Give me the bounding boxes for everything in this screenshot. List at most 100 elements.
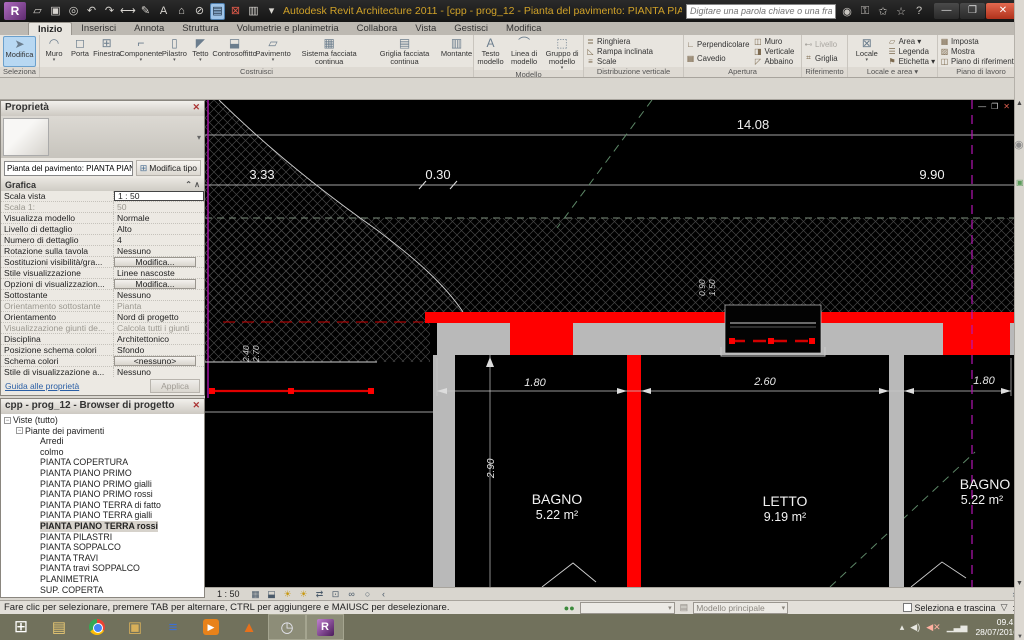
property-row[interactable]: Disciplina Architettonico <box>1 334 204 345</box>
property-row[interactable]: Opzioni di visualizzazion... Modifica... <box>1 279 204 290</box>
select-drag-checkbox[interactable]: Seleziona e trascina <box>902 603 996 613</box>
locale-button[interactable]: ⊠ Locale ▾ <box>854 36 880 67</box>
dim-v1a[interactable]: 2.40 <box>241 345 251 363</box>
sign-in-key-icon[interactable]: ⚿ <box>858 5 872 18</box>
dim-top[interactable]: 14.08 <box>737 117 770 132</box>
property-row[interactable]: Schema colori <nessuno> <box>1 356 204 367</box>
close-hidden-windows-icon[interactable]: ⊠ <box>228 4 243 19</box>
property-row[interactable]: Orientamento Nord di progetto <box>1 312 204 323</box>
pavimento-button[interactable]: ▱ Pavimento ▾ <box>255 36 290 67</box>
room-label-bagno-2[interactable]: BAGNO <box>960 476 1011 492</box>
tree-item[interactable]: PIANTA TRAVI <box>1 553 204 564</box>
legenda-button[interactable]: ☰ Legenda <box>888 47 935 57</box>
collapse-icon[interactable]: ‹ <box>378 589 390 599</box>
help-icon[interactable]: ? <box>912 5 926 17</box>
minimize-button[interactable]: — <box>934 3 959 19</box>
save-icon[interactable]: ▣ <box>48 4 63 19</box>
tree-expander-icon[interactable] <box>31 565 38 572</box>
scroll-down-icon[interactable]: ▼ <box>1015 580 1024 587</box>
room-area-letto[interactable]: 9.19 m² <box>764 510 806 524</box>
property-row[interactable]: Sottostante Nessuno <box>1 290 204 301</box>
tree-item[interactable]: PIANTA PIANO TERRA rossi <box>1 520 204 532</box>
room-label-letto[interactable]: LETTO <box>763 493 808 509</box>
porta-button[interactable]: ◻ Porta <box>67 36 93 67</box>
ribbon-tab[interactable]: Volumetrie e planimetria <box>228 22 348 35</box>
property-row[interactable]: Visualizzazione giunti de... Calcola tut… <box>1 323 204 334</box>
tree-expander-icon[interactable] <box>31 470 38 477</box>
tree-expander-icon[interactable] <box>31 459 38 466</box>
tetto-button[interactable]: ◤ Tetto ▾ <box>187 36 213 67</box>
verticale-button[interactable]: ◨ Verticale <box>753 47 799 57</box>
ringhiera-button[interactable]: ≣ Ringhiera <box>586 36 681 46</box>
type-selector[interactable]: Pianta del pavimento: PIANTA PIANI▾ <box>4 160 133 176</box>
filter-icon[interactable]: ▽ <box>1001 602 1008 613</box>
dim-v1b[interactable]: 2.70 <box>251 345 261 363</box>
imposta-button[interactable]: ▦ Imposta <box>940 36 1022 46</box>
chevron-down-icon[interactable]: ▾ <box>197 133 201 142</box>
finestra-button[interactable]: ⊞ Finestra <box>93 36 120 67</box>
griglia-button[interactable]: ⌗ Griglia <box>804 53 845 63</box>
tree-expander-icon[interactable] <box>31 480 38 487</box>
vertical-scrollbar[interactable]: ▲ ◉ ▣ ▼ <box>1014 100 1024 587</box>
ribbon-tab[interactable]: Struttura <box>173 22 227 35</box>
floor-plan-viewport[interactable]: — ❐ ✕ 14.08 3.33 0.30 9.90 1.80 2.60 1.8… <box>205 100 1024 587</box>
mostra-button[interactable]: ▨ Mostra <box>940 47 1022 57</box>
scroll-down-icon[interactable]: ▼ <box>1017 634 1023 640</box>
open-icon[interactable]: ▱ <box>30 4 45 19</box>
dim-w2[interactable]: 2.60 <box>753 376 776 388</box>
controsoffitto-button[interactable]: ⬓ Controsoffitto <box>212 36 256 67</box>
network-icon[interactable]: ▁▃▅ <box>947 622 968 633</box>
montante-button[interactable]: ▥ Montante <box>441 36 472 67</box>
reveal-hidden-icon[interactable]: ○ <box>362 589 374 599</box>
wall-grey-vertical-right[interactable] <box>889 355 904 587</box>
pilastro-button[interactable]: ▯ Pilastro ▾ <box>161 36 187 67</box>
start-button[interactable]: ⊞ <box>2 614 40 640</box>
property-row[interactable]: Rotazione sulla tavola Nessuno <box>1 246 204 257</box>
tree-item[interactable]: PIANTA PIANO PRIMO rossi <box>1 489 204 500</box>
gruppo-di-modello-button[interactable]: ⬚ Gruppo di modello ▾ <box>542 36 582 71</box>
tree-expander-icon[interactable]: − <box>16 427 23 435</box>
visual-style-icon[interactable]: ⬓ <box>266 589 278 600</box>
tree-expander-icon[interactable] <box>31 491 38 498</box>
scroll-up-icon[interactable]: ▲ <box>1015 100 1024 107</box>
redo-icon[interactable]: ↷ <box>102 4 117 19</box>
customize-qat-icon[interactable]: ▾ <box>264 4 279 19</box>
ribbon-tab[interactable]: Collabora <box>348 22 407 35</box>
sistema-facciata-continua-button[interactable]: ▦ Sistema facciata continua <box>290 36 368 67</box>
modifica-button[interactable]: ➤ Modifica <box>2 36 37 67</box>
tree-item[interactable]: PIANTA PIANO PRIMO gialli <box>1 479 204 490</box>
tree-item[interactable]: PIANTA SOPPALCO <box>1 542 204 553</box>
dim-mid[interactable]: 0.30 <box>425 167 450 182</box>
dim-w1[interactable]: 1.80 <box>524 377 546 389</box>
search-binoculars-icon[interactable]: ◉ <box>840 5 854 18</box>
sun-path-icon[interactable]: ☀ <box>282 589 294 600</box>
linea-di-modello-button[interactable]: ⌒ Linea di modello <box>506 36 542 70</box>
dim-w3[interactable]: 1.80 <box>973 375 995 387</box>
tree-expander-icon[interactable] <box>31 502 38 509</box>
property-row[interactable]: Visualizza modello Normale <box>1 213 204 224</box>
dim-v2b[interactable]: 1.50 <box>707 279 717 296</box>
tree-item[interactable]: PIANTA COPERTURA <box>1 457 204 468</box>
modifica-tipo-button[interactable]: ⊞ Modifica tipo <box>135 160 201 176</box>
property-row[interactable]: Livello di dettaglio Alto <box>1 224 204 235</box>
tree-item[interactable]: Arredi <box>1 436 204 447</box>
tree-item[interactable]: PLANIMETRIA <box>1 574 204 585</box>
tree-expander-icon[interactable] <box>31 449 38 456</box>
etichetta-button[interactable]: ⚑ Etichetta ▾ <box>888 57 935 67</box>
wall-red-vertical[interactable] <box>627 355 641 587</box>
muro-apertura-button[interactable]: ◫ Muro <box>753 36 799 46</box>
shadows-icon[interactable]: ☀ <box>298 589 310 600</box>
steering-wheel-icon[interactable]: ◉ <box>1014 138 1024 151</box>
tree-expander-icon[interactable] <box>31 438 38 445</box>
tree-expander-icon[interactable] <box>31 523 38 530</box>
tree-expander-icon[interactable] <box>31 533 38 540</box>
property-row[interactable]: Sostituzioni visibilità/gra... Modifica.… <box>1 257 204 268</box>
scale-button[interactable]: ≡ Scale <box>586 57 681 67</box>
property-row[interactable]: Posizione schema colori Sfondo <box>1 345 204 356</box>
recorder-button[interactable]: ◷ <box>268 614 306 640</box>
view-scale[interactable]: 1 : 50 <box>217 589 240 599</box>
properties-close-icon[interactable]: ✕ <box>192 102 200 115</box>
properties-help-link[interactable]: Guida alle proprietà <box>5 381 79 391</box>
ribbon-tab[interactable]: Modifica <box>497 22 550 35</box>
worksets-icon[interactable]: ●● <box>564 603 575 613</box>
